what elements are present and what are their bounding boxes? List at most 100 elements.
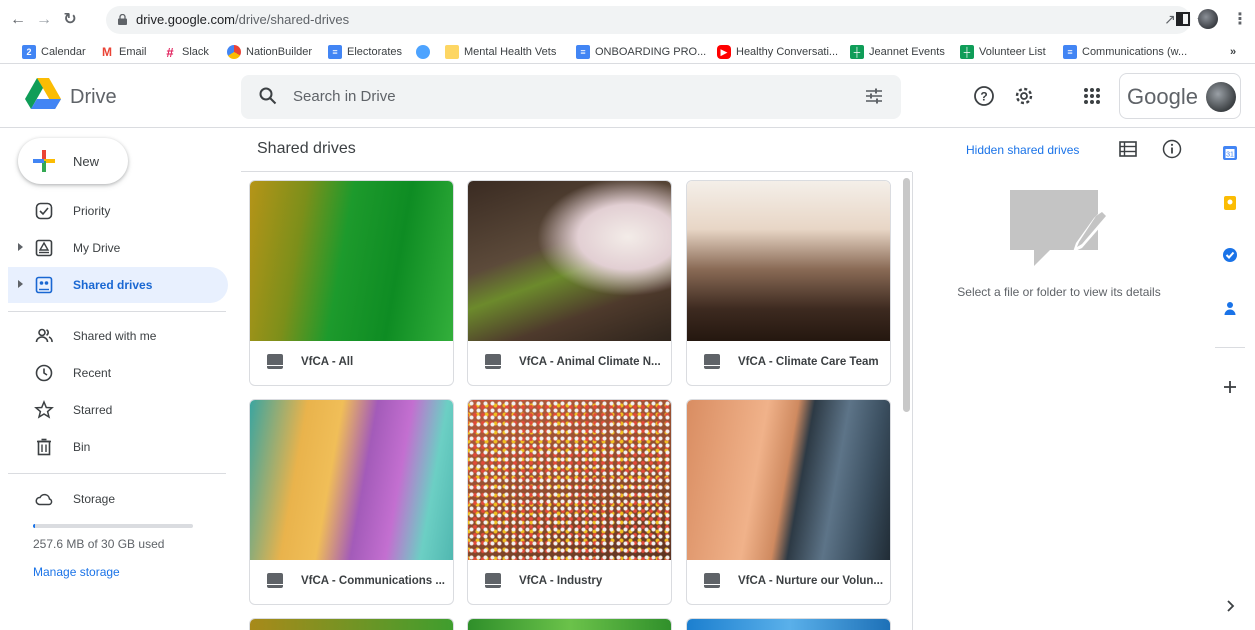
tasks-icon[interactable] [1222, 247, 1238, 263]
bookmark-item[interactable]: ≡ ONBOARDING PRO... [576, 44, 706, 60]
bookmark-item[interactable]: ┼ Jeannet Events [850, 44, 945, 60]
browser-toolbar: ← → ↻ drive.google.com/drive/shared-driv… [0, 0, 1255, 40]
list-view-icon[interactable] [1119, 141, 1137, 157]
slack-icon: # [163, 45, 177, 60]
globe-icon [416, 45, 430, 59]
forward-arrow-icon[interactable]: → [34, 10, 54, 30]
settings-gear-icon[interactable] [1013, 85, 1035, 107]
drive-thumbnail [250, 400, 453, 560]
hidden-shared-drives-link[interactable]: Hidden shared drives [966, 143, 1079, 157]
drive-name: VfCA - Climate Care Team [738, 356, 879, 368]
storage-progress-bar [33, 524, 193, 528]
side-panel-icon[interactable] [1176, 12, 1190, 26]
sidebar-item-label: Storage [73, 492, 116, 506]
apps-grid-icon[interactable] [1081, 85, 1103, 107]
bookmark-item[interactable]: ≡ Communications (w... [1063, 44, 1187, 60]
lock-icon [118, 14, 127, 25]
storage-usage-text: 257.6 MB of 30 GB used [33, 537, 165, 551]
svg-text:?: ? [980, 90, 987, 104]
shared-drive-icon [267, 573, 283, 588]
shared-drive-card[interactable] [686, 618, 891, 630]
shared-drive-card[interactable]: VfCA - Climate Care Team [686, 180, 891, 386]
account-button[interactable]: Google [1119, 73, 1241, 119]
calendar-icon[interactable]: 31 [1222, 145, 1238, 161]
bookmark-item[interactable]: # Slack [163, 44, 209, 60]
shared-drive-card[interactable]: VfCA - All [249, 180, 454, 386]
bookmark-item[interactable]: NationBuilder [227, 44, 312, 60]
search-icon[interactable] [259, 87, 277, 105]
info-icon[interactable] [1162, 139, 1182, 159]
keep-icon[interactable] [1222, 195, 1238, 211]
search-input[interactable]: Search in Drive [293, 88, 396, 105]
calendar-icon: 2 [22, 45, 36, 59]
sidebar-item-shared-with-me[interactable]: Shared with me [8, 318, 228, 354]
bookmark-item[interactable] [416, 44, 435, 60]
clock-icon [35, 364, 53, 382]
browser-menu-icon[interactable]: ⋮ [1232, 9, 1248, 29]
back-arrow-icon[interactable]: ← [8, 10, 28, 30]
shared-drive-card[interactable]: VfCA - Animal Climate N... [467, 180, 672, 386]
expand-caret-icon[interactable] [18, 243, 23, 251]
add-addon-plus-icon[interactable] [1222, 379, 1238, 395]
docs-icon: ≡ [328, 45, 342, 59]
bookmarks-overflow-button[interactable]: » [1230, 44, 1236, 60]
shared-drive-card[interactable]: VfCA - Nurture our Volun... [686, 399, 891, 605]
reload-icon[interactable]: ↻ [60, 10, 80, 30]
manage-storage-link[interactable]: Manage storage [33, 565, 120, 579]
search-bar[interactable]: Search in Drive [241, 75, 901, 119]
nationbuilder-icon [227, 45, 241, 59]
share-icon[interactable]: ↗ [1164, 11, 1176, 28]
sidebar-item-starred[interactable]: Starred [8, 392, 228, 428]
sidebar-item-priority[interactable]: Priority [8, 193, 228, 229]
bookmark-item[interactable]: Mental Health Vets [445, 44, 556, 60]
folder-icon [445, 45, 459, 59]
sidebar-item-storage[interactable]: Storage [8, 481, 228, 517]
address-bar[interactable]: drive.google.com/drive/shared-drives ↗ ☆ [106, 6, 1210, 34]
main-header-divider [241, 171, 912, 172]
sidebar-item-label: Recent [73, 366, 112, 380]
sidebar-divider [8, 473, 226, 474]
sidebar-item-recent[interactable]: Recent [8, 355, 228, 391]
new-plus-icon [33, 150, 55, 172]
account-avatar[interactable] [1206, 82, 1236, 112]
expand-caret-icon[interactable] [18, 280, 23, 288]
sidebar-item-shared-drives[interactable]: Shared drives [8, 267, 228, 303]
drive-thumbnail [468, 400, 671, 560]
drive-header: Drive Search in Drive ? Google [0, 64, 1255, 128]
docs-icon: ≡ [1063, 45, 1077, 59]
expand-chevron-right-icon[interactable] [1222, 598, 1238, 614]
sheets-icon: ┼ [960, 45, 974, 59]
help-icon[interactable]: ? [973, 85, 995, 107]
sidebar-divider [8, 311, 226, 312]
drive-name: VfCA - Industry [519, 575, 603, 587]
drive-logo-icon[interactable] [25, 78, 61, 110]
cloud-icon [35, 493, 53, 506]
shared-drive-card[interactable]: VfCA - Industry [467, 399, 672, 605]
shared-drive-card[interactable] [467, 618, 672, 630]
bookmark-item[interactable]: ┼ Volunteer List [960, 44, 1046, 60]
bookmark-item[interactable]: ▶ Healthy Conversati... [717, 44, 838, 60]
shared-drive-icon [704, 573, 720, 588]
new-button[interactable]: New [18, 138, 128, 184]
contacts-icon[interactable] [1222, 300, 1238, 316]
browser-profile-avatar[interactable] [1198, 9, 1218, 29]
details-placeholder-icon [1010, 190, 1109, 266]
sidebar-item-my-drive[interactable]: My Drive [8, 230, 228, 266]
bin-icon [37, 438, 51, 456]
drive-thumbnail [250, 181, 453, 341]
shared-drive-card[interactable]: VfCA - Communications ... [249, 399, 454, 605]
sidebar-item-label: Priority [73, 204, 111, 218]
main-scrollbar[interactable] [903, 178, 910, 412]
bookmark-item[interactable]: ≡ Electorates [328, 44, 402, 60]
bookmark-item[interactable]: 2 Calendar [22, 44, 86, 60]
search-options-icon[interactable] [865, 88, 883, 104]
shared-with-me-icon [35, 328, 53, 343]
drive-name: VfCA - Communications ... [301, 575, 445, 587]
shared-drive-icon [267, 354, 283, 369]
sidebar-item-bin[interactable]: Bin [8, 429, 228, 465]
drive-thumbnail [687, 181, 890, 341]
sidebar-item-label: Shared drives [73, 278, 153, 292]
shared-drive-card[interactable] [249, 618, 454, 630]
sidebar-item-label: Starred [73, 403, 113, 417]
bookmark-item[interactable]: M Email [100, 44, 147, 60]
